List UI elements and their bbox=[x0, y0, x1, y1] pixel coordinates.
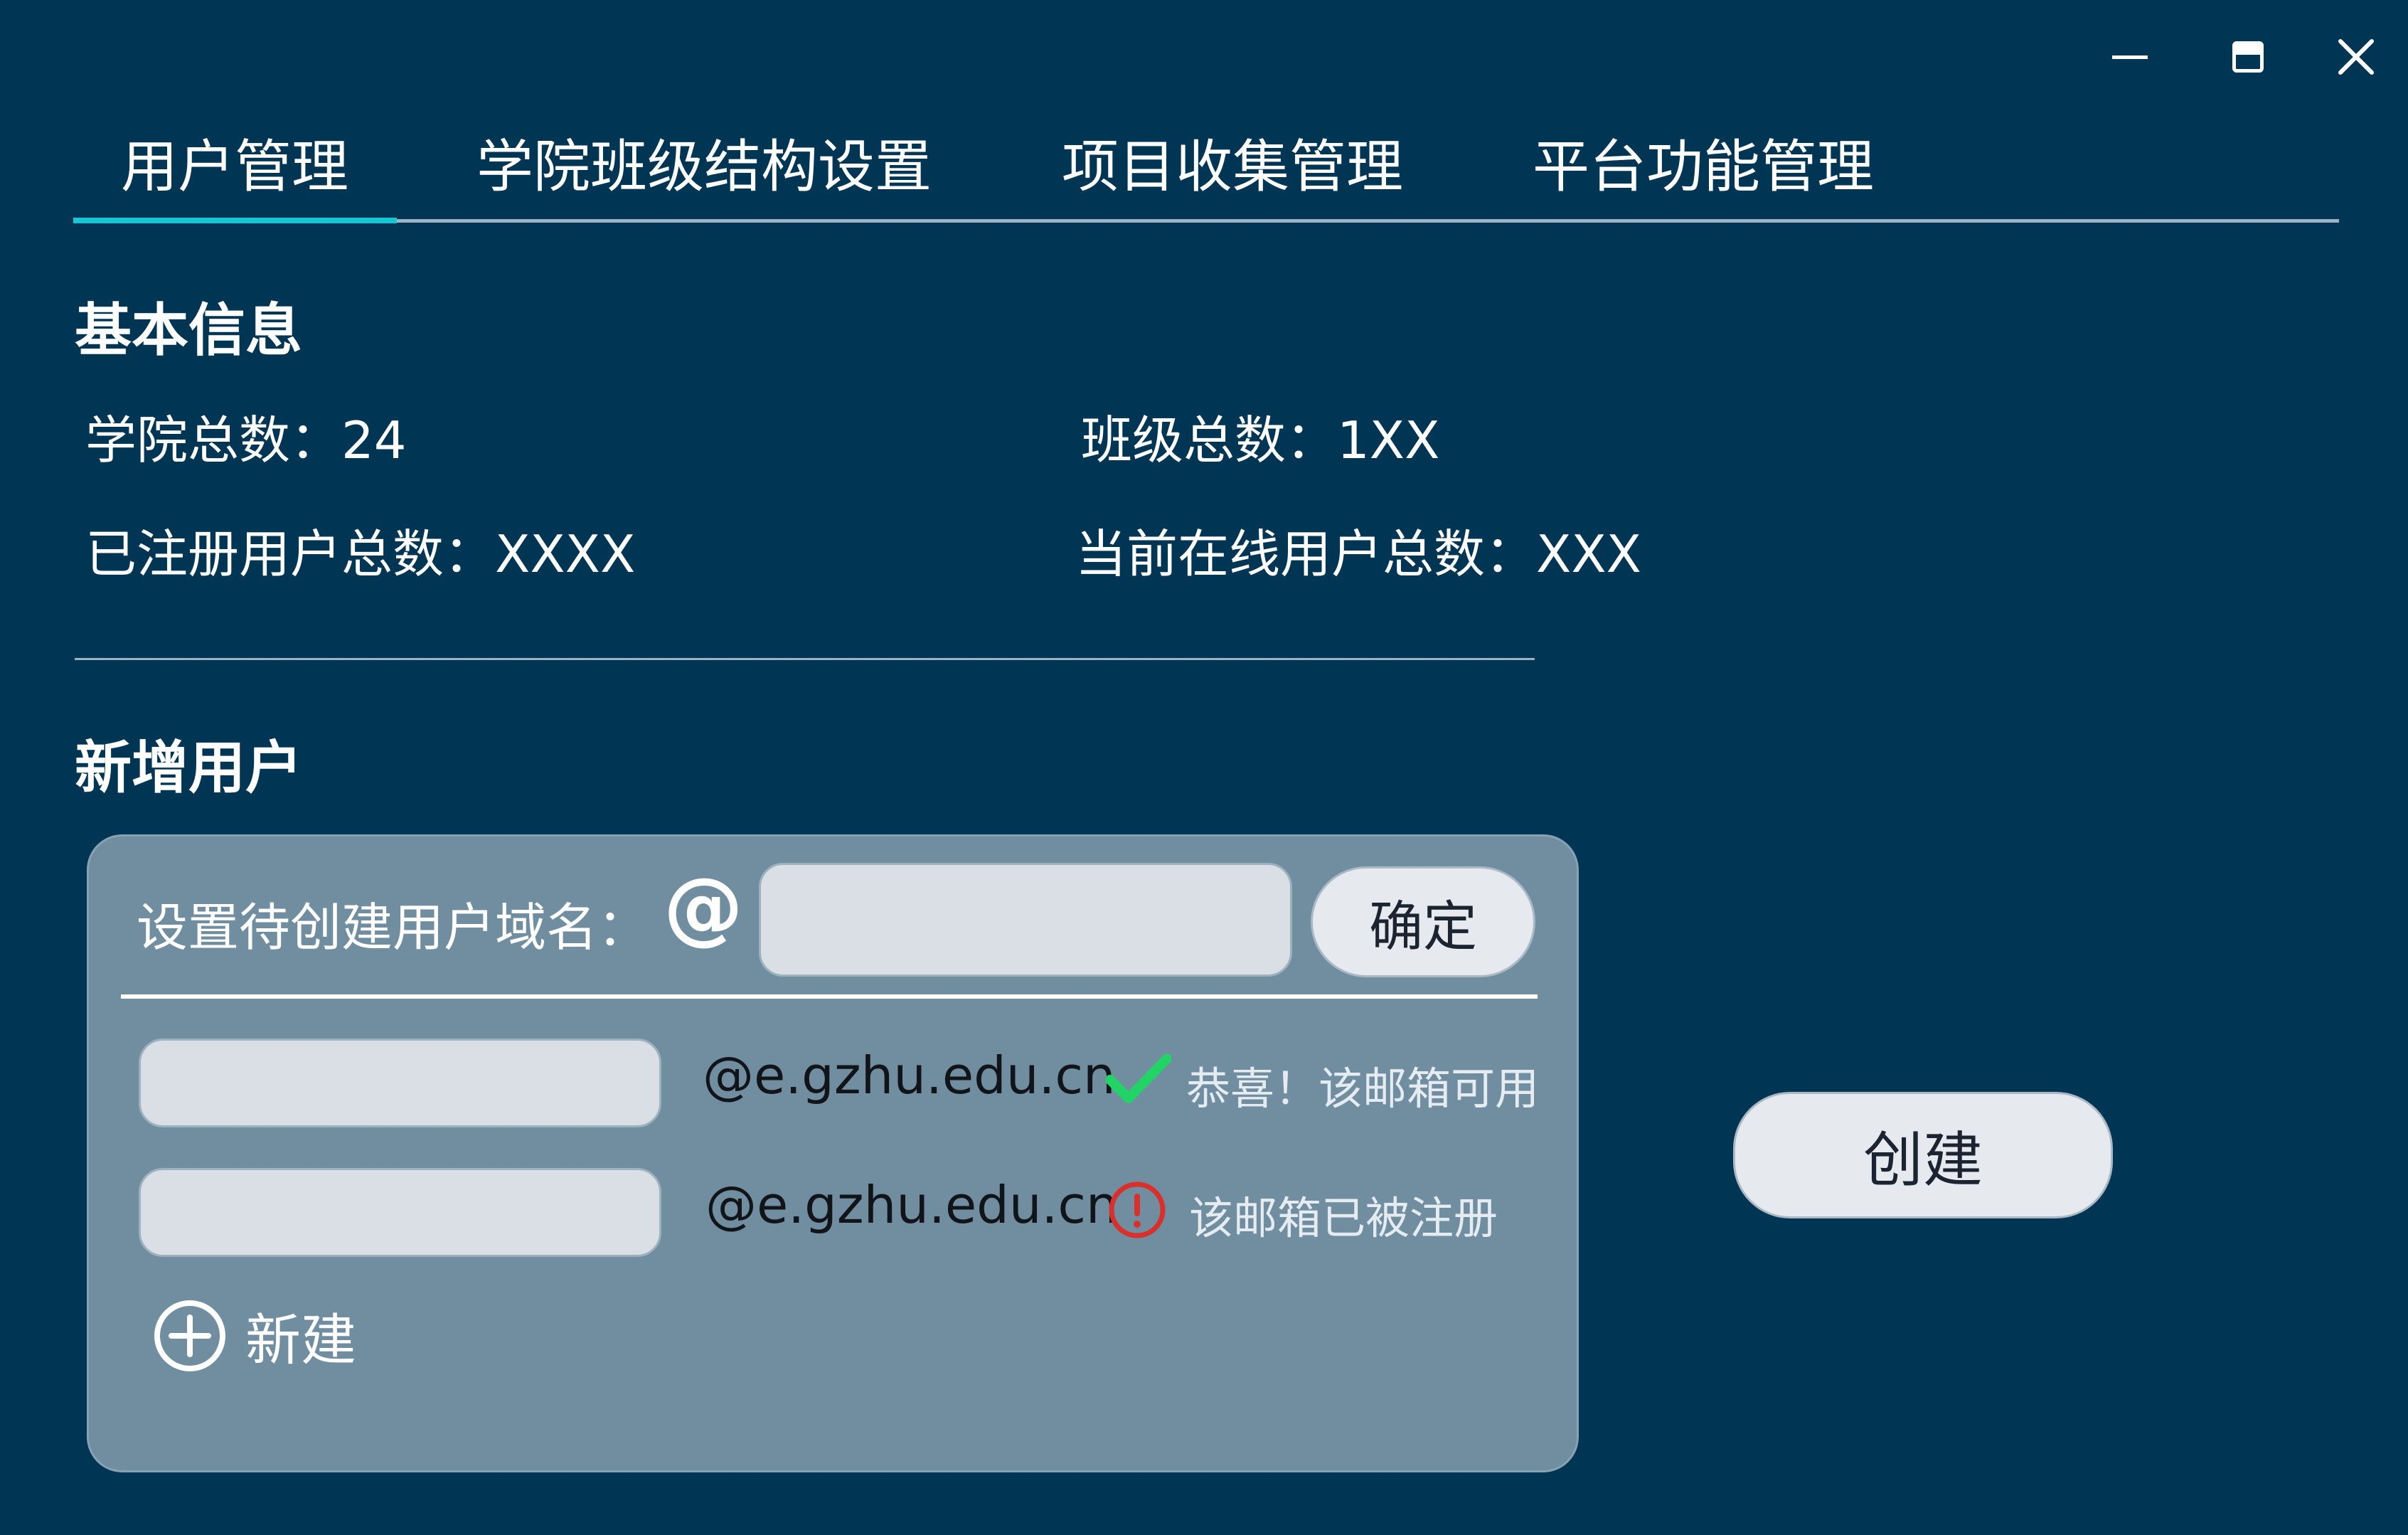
plus-circle-icon bbox=[154, 1300, 225, 1371]
maximize-button[interactable] bbox=[2205, 14, 2291, 100]
error-icon bbox=[1109, 1181, 1166, 1238]
add-user-title: 新增用户 bbox=[75, 735, 302, 801]
minimize-icon bbox=[2112, 55, 2148, 59]
email-username-input-2[interactable] bbox=[139, 1168, 661, 1257]
tab-user-management[interactable]: 用户管理 bbox=[121, 128, 348, 206]
registered-users-stat: 已注册用户总数：XXXX bbox=[85, 524, 636, 584]
email-suffix-2: @e.gzhu.edu.cn bbox=[705, 1175, 1119, 1235]
email-username-input-1[interactable] bbox=[139, 1039, 661, 1127]
tab-college-class-settings[interactable]: 学院班级结构设置 bbox=[476, 128, 932, 206]
email-status-success: 恭喜！该邮箱可用 bbox=[1186, 1063, 1540, 1115]
email-status-error: 该邮箱已被注册 bbox=[1189, 1192, 1498, 1244]
tab-platform-functions[interactable]: 平台功能管理 bbox=[1533, 128, 1874, 206]
maximize-icon bbox=[2232, 41, 2264, 73]
close-icon bbox=[2338, 39, 2374, 75]
close-button[interactable] bbox=[2313, 14, 2399, 100]
add-new-label: 新建 bbox=[245, 1308, 357, 1373]
tab-bar-divider bbox=[73, 219, 2339, 223]
at-symbol: @ bbox=[664, 861, 743, 954]
confirm-button[interactable]: 确定 bbox=[1311, 866, 1535, 977]
create-button[interactable]: 创建 bbox=[1733, 1092, 2113, 1218]
check-icon bbox=[1106, 1054, 1171, 1103]
minimize-button[interactable] bbox=[2087, 14, 2173, 100]
add-new-row-button[interactable]: 新建 bbox=[153, 1295, 380, 1376]
domain-input[interactable] bbox=[759, 863, 1292, 977]
panel-divider bbox=[121, 994, 1538, 999]
tab-project-collection[interactable]: 项目收集管理 bbox=[1062, 128, 1403, 206]
email-suffix-1: @e.gzhu.edu.cn bbox=[703, 1046, 1116, 1105]
active-tab-indicator bbox=[73, 218, 397, 223]
section-divider bbox=[75, 658, 1535, 660]
basic-info-title: 基本信息 bbox=[75, 297, 302, 363]
class-total-stat: 班级总数：1XX bbox=[1081, 410, 1440, 470]
college-total-stat: 学院总数：24 bbox=[85, 410, 407, 470]
domain-label: 设置待创建用户域名： bbox=[137, 898, 649, 957]
online-users-stat: 当前在线用户总数：XXX bbox=[1075, 524, 1641, 584]
